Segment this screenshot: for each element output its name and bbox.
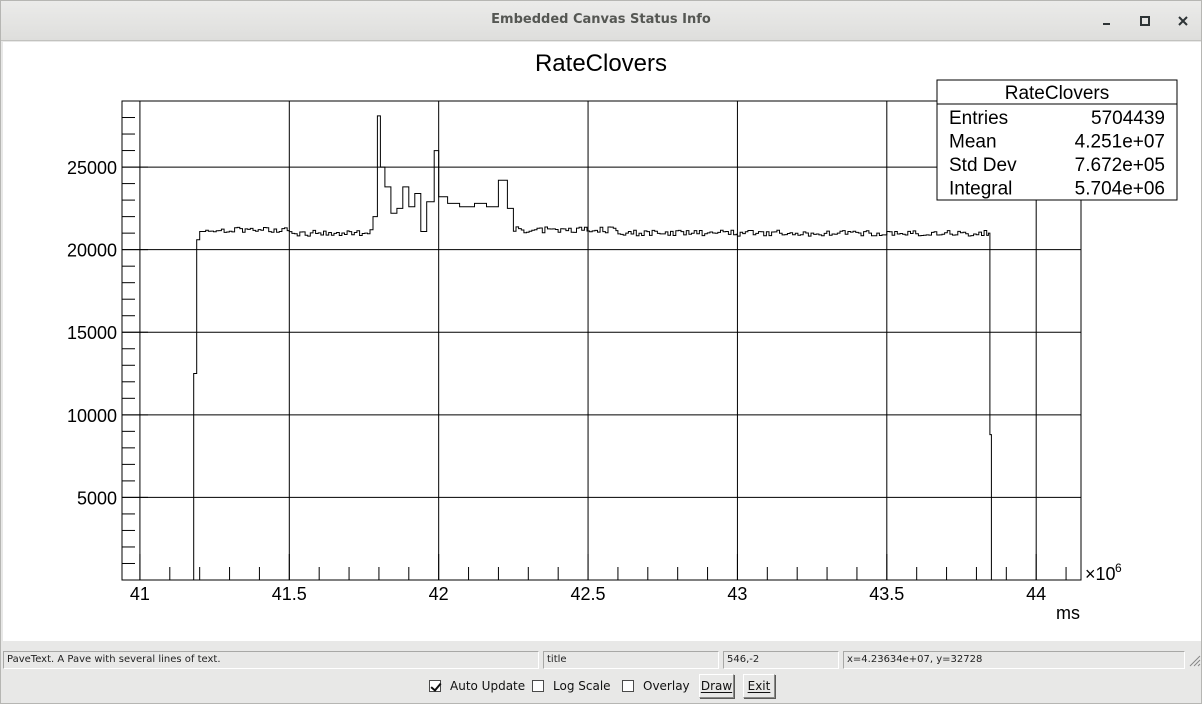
histogram-line bbox=[193, 115, 992, 580]
stats-label: Std Dev bbox=[949, 155, 1017, 176]
overlay-label: Overlay bbox=[643, 679, 690, 693]
x-axis-label: ms bbox=[1056, 603, 1080, 623]
stats-value: 4.251e+07 bbox=[1075, 132, 1165, 153]
y-tick-label: 25000 bbox=[67, 158, 117, 178]
histogram-plot[interactable]: RateClovers 41 41.5 42 42.5 43 43.5 44 5000 10000… bbox=[3, 42, 1201, 641]
stats-label: Integral bbox=[949, 179, 1012, 200]
auto-update-checkbox[interactable]: Auto Update bbox=[429, 677, 525, 695]
x-tick-label: 44 bbox=[1026, 584, 1046, 604]
y-tick-label: 20000 bbox=[67, 241, 117, 261]
auto-update-checkbox-box[interactable] bbox=[429, 680, 441, 692]
control-panel: Auto Update Log Scale Overlay Draw Exit bbox=[1, 673, 1202, 701]
x-exponent-label: ×10 bbox=[1085, 564, 1116, 584]
exit-button[interactable]: Exit bbox=[743, 674, 775, 698]
embedded-canvas[interactable]: RateClovers 41 41.5 42 42.5 43 43.5 44 5000 10000… bbox=[3, 42, 1201, 641]
title-bar[interactable]: Embedded Canvas Status Info bbox=[1, 1, 1201, 41]
stats-value: 5704439 bbox=[1091, 108, 1165, 129]
overlay-checkbox[interactable]: Overlay bbox=[622, 677, 690, 695]
stats-box-title: RateClovers bbox=[1005, 83, 1110, 104]
y-tick-label: 15000 bbox=[67, 323, 117, 343]
log-scale-label: Log Scale bbox=[553, 679, 611, 693]
minimize-button[interactable] bbox=[1098, 12, 1116, 30]
x-tick-label: 43 bbox=[727, 584, 747, 604]
stats-value: 7.672e+05 bbox=[1075, 155, 1165, 176]
overlay-checkbox-box[interactable] bbox=[622, 680, 634, 692]
x-tick-label: 42 bbox=[429, 584, 449, 604]
app-window: Embedded Canvas Status Info RateClovers 4… bbox=[0, 0, 1202, 704]
x-tick-label: 43.5 bbox=[869, 584, 904, 604]
chart-title: RateClovers bbox=[535, 50, 667, 77]
status-data-coords: x=4.23634e+07, y=32728 bbox=[843, 651, 1185, 669]
x-tick-label: 42.5 bbox=[571, 584, 606, 604]
resize-grip-icon[interactable] bbox=[1187, 653, 1201, 667]
close-icon bbox=[1178, 16, 1188, 26]
stats-label: Entries bbox=[949, 108, 1008, 129]
stats-value: 5.704e+06 bbox=[1075, 179, 1165, 200]
status-bar: PaveText. A Pave with several lines of t… bbox=[3, 651, 1201, 669]
y-tick-label: 10000 bbox=[67, 406, 117, 426]
draw-button[interactable]: Draw bbox=[699, 674, 734, 698]
log-scale-checkbox[interactable]: Log Scale bbox=[532, 677, 611, 695]
x-tick-label: 41 bbox=[130, 584, 150, 604]
log-scale-checkbox-box[interactable] bbox=[532, 680, 544, 692]
status-pixel-coords: 546,-2 bbox=[723, 651, 839, 669]
status-object-info: PaveText. A Pave with several lines of t… bbox=[3, 651, 539, 669]
stats-label: Mean bbox=[949, 132, 997, 153]
maximize-button[interactable] bbox=[1136, 12, 1154, 30]
x-exponent-value: 6 bbox=[1115, 561, 1122, 575]
y-tick-label: 5000 bbox=[77, 488, 117, 508]
auto-update-label: Auto Update bbox=[450, 679, 526, 693]
status-object-name: title bbox=[543, 651, 719, 669]
maximize-icon bbox=[1140, 16, 1150, 26]
window-title: Embedded Canvas Status Info bbox=[491, 12, 711, 27]
minimize-icon bbox=[1103, 23, 1110, 25]
x-tick-label: 41.5 bbox=[272, 584, 307, 604]
close-button[interactable] bbox=[1174, 12, 1192, 30]
